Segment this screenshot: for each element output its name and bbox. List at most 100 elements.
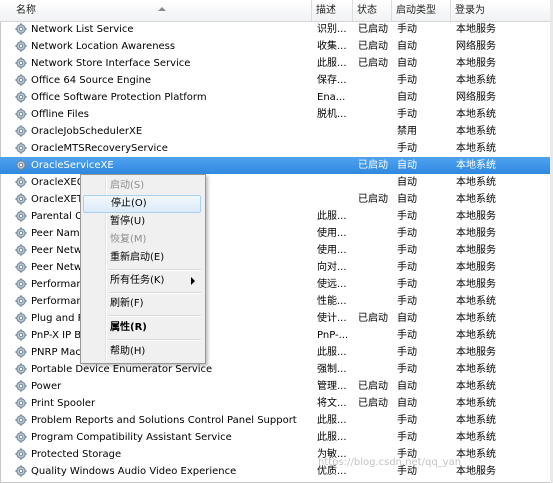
- service-status: 已启动: [358, 398, 388, 409]
- gear-icon: [15, 176, 27, 188]
- service-status: [358, 429, 394, 446]
- header-description[interactable]: 描述: [312, 0, 353, 21]
- service-description: PnP-...: [317, 330, 349, 341]
- service-startup-type: 手动: [397, 415, 417, 426]
- service-description: 将文...: [317, 398, 347, 409]
- gear-icon: [15, 380, 27, 392]
- chevron-right-icon: [191, 277, 195, 285]
- menu-item-pause[interactable]: 暂停(U): [83, 213, 201, 231]
- service-startup-type: 自动: [397, 58, 417, 69]
- service-startup-type: 手动: [397, 211, 417, 222]
- service-startup-type: 手动: [397, 296, 417, 307]
- menu-item-help[interactable]: 帮助(H): [83, 343, 201, 361]
- service-name: Office Software Protection Platform: [31, 92, 207, 103]
- service-status: 已启动: [358, 58, 388, 69]
- service-row[interactable]: Network Store Interface Service 此服... 已启动自…: [0, 55, 553, 72]
- gear-icon: [15, 108, 27, 120]
- service-name: Print Spooler: [31, 398, 96, 409]
- service-row[interactable]: Program Compatibility Assistant Service 此…: [0, 429, 553, 446]
- service-row[interactable]: Quality Windows Audio Video Experience 优质…: [0, 463, 553, 480]
- header-logon-as[interactable]: 登录为: [451, 0, 553, 21]
- header-status[interactable]: 状态: [353, 0, 392, 21]
- service-logon-as: 本地系统: [456, 364, 496, 375]
- service-row[interactable]: Network Location Awareness 收集... 已启动 自动 网络服务: [0, 38, 553, 55]
- service-description: 性能...: [317, 296, 347, 307]
- service-startup-type: 手动: [397, 228, 417, 239]
- service-row[interactable]: Offline Files 脱机... 手动 本地系统: [0, 106, 553, 123]
- service-status: [358, 208, 394, 225]
- service-row[interactable]: OracleJobSchedulerXE 禁用 本地系统: [0, 123, 553, 140]
- service-startup-type: 手动: [397, 109, 417, 120]
- service-startup-type: 手动: [397, 364, 417, 375]
- gear-icon: [15, 23, 27, 35]
- service-startup-type: 手动: [397, 330, 417, 341]
- service-logon-as: 本地系统: [456, 143, 496, 154]
- service-row[interactable]: OracleServiceXE 已启动 自动 本地系统: [0, 157, 553, 174]
- menu-item-properties[interactable]: 属性(R): [83, 319, 201, 337]
- service-logon-as: 本地服务: [456, 262, 496, 273]
- service-logon-as: 网络服务: [456, 41, 496, 52]
- header-startup-type[interactable]: 启动类型: [392, 0, 451, 21]
- service-row[interactable]: Power 管理... 已启动 自动 本地系统: [0, 378, 553, 395]
- service-description: [317, 157, 355, 174]
- service-description: 使远...: [317, 279, 347, 290]
- menu-item-stop[interactable]: 停止(O): [83, 195, 201, 213]
- service-logon-as: 本地系统: [456, 126, 496, 137]
- sort-ascending-icon: [158, 7, 166, 11]
- service-startup-type: 自动: [397, 160, 417, 171]
- service-description: [317, 174, 355, 191]
- service-row[interactable]: Network List Service 识别... 已启动 手动 本地服务: [0, 21, 553, 38]
- service-name: OracleServiceXE: [31, 160, 114, 171]
- service-description: 管理...: [317, 381, 347, 392]
- menu-item-all-tasks-label: 所有任务(K): [110, 275, 165, 286]
- menu-item-start[interactable]: 启动(S): [83, 177, 201, 195]
- service-description: Ena...: [317, 92, 346, 103]
- service-startup-type: 自动: [397, 194, 417, 205]
- gear-icon: [15, 363, 27, 375]
- service-logon-as: 本地系统: [456, 432, 496, 443]
- gear-icon: [15, 159, 27, 171]
- menu-item-restart[interactable]: 重新启动(E): [83, 249, 201, 267]
- service-status: [358, 259, 394, 276]
- menu-item-refresh[interactable]: 刷新(F): [83, 295, 201, 313]
- service-name: Protected Storage: [31, 449, 122, 460]
- service-status: 已启动: [358, 313, 388, 324]
- service-startup-type: 自动: [397, 177, 417, 188]
- service-row[interactable]: Print Spooler 将文... 已启动 自动 本地系统: [0, 395, 553, 412]
- menu-item-all-tasks[interactable]: 所有任务(K): [83, 272, 201, 290]
- service-startup-type: 手动: [397, 143, 417, 154]
- service-row[interactable]: OracleMTSRecoveryService 手动 本地系统: [0, 140, 553, 157]
- service-status: 已启动: [358, 24, 388, 35]
- service-description: 此服...: [317, 211, 347, 222]
- service-row[interactable]: Office Software Protection Platform Ena..…: [0, 89, 553, 106]
- service-description: 收集...: [317, 41, 347, 52]
- gear-icon: [15, 227, 27, 239]
- service-status: [358, 276, 394, 293]
- service-startup-type: 手动: [397, 75, 417, 86]
- gear-icon: [15, 244, 27, 256]
- gear-icon: [15, 397, 27, 409]
- service-startup-type: 禁用: [397, 126, 417, 137]
- service-row[interactable]: Problem Reports and Solutions Control Pa…: [0, 412, 553, 429]
- service-row[interactable]: Protected Storage 为敏... 手动 本地系统: [0, 446, 553, 463]
- service-logon-as: 本地系统: [456, 296, 496, 307]
- service-status: [358, 106, 394, 123]
- service-status: [358, 225, 394, 242]
- service-logon-as: 本地系统: [456, 109, 496, 120]
- service-description: 此服...: [317, 432, 347, 443]
- service-startup-type: 自动: [397, 381, 417, 392]
- service-name: Network Store Interface Service: [31, 58, 191, 69]
- service-logon-as: 本地服务: [456, 211, 496, 222]
- service-description: [317, 140, 355, 157]
- menu-separator: [109, 339, 201, 341]
- service-startup-type: 手动: [397, 347, 417, 358]
- service-row[interactable]: Office 64 Source Engine 保存... 手动 本地系统: [0, 72, 553, 89]
- gear-icon: [15, 142, 27, 154]
- menu-item-resume[interactable]: 恢复(M): [83, 231, 201, 249]
- service-status: [358, 89, 394, 106]
- service-name: Office 64 Source Engine: [31, 75, 152, 86]
- service-logon-as: 本地系统: [456, 160, 496, 171]
- service-status: [358, 361, 394, 378]
- service-startup-type: 手动: [397, 245, 417, 256]
- gear-icon: [15, 40, 27, 52]
